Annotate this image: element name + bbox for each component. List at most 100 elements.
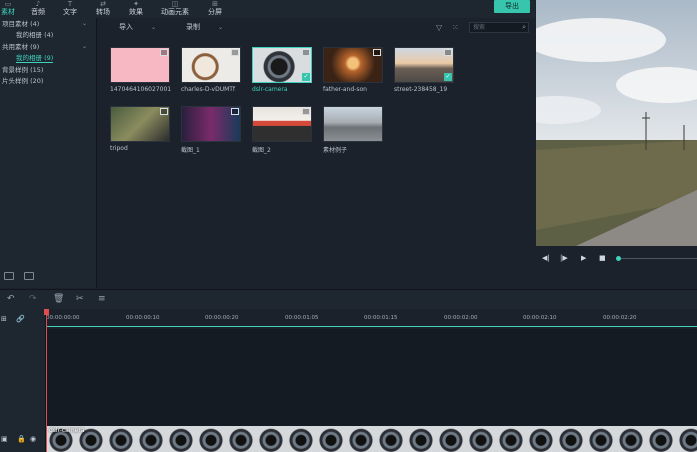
step-forward-icon[interactable]: |▶ [560, 254, 568, 262]
media-thumb-sample[interactable] [323, 106, 383, 142]
tree-item-shared-album[interactable]: 我的相册 (9) [16, 54, 54, 63]
video-track-icon: ▣ [1, 435, 8, 443]
playhead-handle[interactable] [44, 309, 49, 315]
tree-item-background-samples[interactable]: 背景样例 (15) [2, 66, 43, 74]
ruler-tick-label: 00:00:00:10 [126, 315, 160, 321]
tree-item-project-media[interactable]: 项目素材 (4) [2, 20, 39, 28]
eye-icon[interactable]: ◉ [30, 435, 36, 443]
media-type-icon [160, 108, 168, 115]
media-caption: charles-D-vDUMTf [181, 86, 236, 93]
music-icon: ♪ [35, 0, 41, 8]
adjust-icon[interactable]: ≡ [98, 294, 106, 304]
chevron-down-icon: ⌄ [218, 24, 224, 31]
clip-frame [616, 426, 646, 452]
media-type-icon [444, 49, 452, 56]
media-type-icon [231, 49, 239, 56]
media-folder-tree: 项目素材 (4) ⌄ 我的相册 (4) 共用素材 (9) ⌄ 我的相册 (9) … [0, 18, 97, 288]
delete-icon[interactable]: 🗑 [53, 294, 64, 304]
link-icon[interactable]: 🔗 [16, 315, 25, 323]
media-library: 导入 ⌄ 录制 ⌄ ▽ ⁙ 搜索 ⌕ 1470464106027001 charle… [98, 18, 534, 288]
media-thumb-screenshot-1[interactable] [181, 106, 241, 142]
text-icon: T [67, 0, 73, 8]
timeline-ruler[interactable]: 00:00:00:00 00:00:00:10 00:00:00:20 00:0… [46, 309, 697, 329]
grid-view-icon[interactable]: ⁙ [452, 23, 459, 32]
ruler-tick-label: 00:00:02:20 [603, 315, 637, 321]
filter-icon[interactable]: ▽ [436, 23, 442, 32]
undo-icon[interactable]: ↶ [7, 294, 15, 304]
lock-icon[interactable]: 🔒 [17, 435, 26, 443]
media-thumb-charles[interactable] [181, 47, 241, 83]
import-dropdown[interactable]: 导入 ⌄ [119, 22, 156, 32]
play-icon[interactable]: ▶ [581, 254, 586, 262]
top-tab-bar: ▭ 素材 ♪ 音频 T 文字 ⇄ 转场 ✦ 效果 ◫ 动画元素 ⊞ 分屏 导出 [0, 0, 535, 18]
playhead[interactable] [46, 309, 47, 452]
preview-frame-image [536, 0, 697, 246]
clip-name-label: dslr-camera [49, 427, 85, 434]
tab-elements[interactable]: ◫ 动画元素 [158, 0, 192, 18]
tab-transitions[interactable]: ⇄ 转场 [93, 0, 113, 18]
preview-viewer[interactable] [536, 0, 697, 246]
add-track-icon[interactable]: ⊞ [1, 315, 7, 323]
chevron-down-icon[interactable]: ⌄ [82, 20, 87, 27]
tab-effects[interactable]: ✦ 效果 [126, 0, 146, 18]
clip-frame [226, 426, 256, 452]
clip-frame [256, 426, 286, 452]
media-thumb-father-and-son[interactable] [323, 47, 383, 83]
clip-frame [136, 426, 166, 452]
tab-split-screen[interactable]: ⊞ 分屏 [205, 0, 225, 18]
ruler-tick-label: 00:00:02:00 [444, 315, 478, 321]
media-caption: dslr-camera [252, 86, 288, 93]
search-input[interactable]: 搜索 ⌕ [469, 22, 529, 33]
tree-item-project-album[interactable]: 我的相册 (4) [16, 31, 53, 39]
clip-frame [646, 426, 676, 452]
tree-item-intro-samples[interactable]: 片头样例 (20) [2, 77, 43, 85]
media-thumb-dslr-camera[interactable]: ✓ [252, 47, 312, 83]
preview-scrubber-handle[interactable] [616, 256, 621, 261]
clip-frame [106, 426, 136, 452]
ruler-tick-label: 00:00:01:05 [285, 315, 319, 321]
clip-frame [526, 426, 556, 452]
export-button[interactable]: 导出 [494, 0, 530, 13]
timeline-tracks[interactable] [46, 329, 697, 426]
tab-media[interactable]: ▭ 素材 [0, 0, 16, 18]
step-back-icon[interactable]: ◀| [542, 254, 550, 262]
tab-audio[interactable]: ♪ 音频 [28, 0, 48, 18]
record-dropdown[interactable]: 录制 ⌄ [186, 22, 223, 32]
media-thumb-tripod[interactable] [110, 106, 170, 142]
media-type-icon [373, 49, 381, 56]
media-type-icon [302, 108, 310, 115]
transition-icon: ⇄ [100, 0, 106, 8]
media-caption: 截图_1 [181, 147, 200, 154]
ruler-tick-label: 00:00:00:00 [46, 315, 80, 321]
new-folder-icon[interactable] [4, 272, 14, 280]
check-icon: ✓ [302, 73, 310, 81]
redo-icon[interactable]: ↷ [29, 294, 37, 304]
folder-add-icon[interactable] [24, 272, 34, 280]
media-caption: 1470464106027001 [110, 86, 172, 93]
chevron-down-icon[interactable]: ⌄ [82, 43, 87, 50]
preview-scrubber-track[interactable] [618, 258, 697, 259]
clip-frame [376, 426, 406, 452]
clip-frame [316, 426, 346, 452]
tab-text[interactable]: T 文字 [60, 0, 80, 18]
timeline-toolbar: ↶ ↷ 🗑 ✂ ≡ [0, 289, 697, 309]
media-thumb-1470464106027001[interactable] [110, 47, 170, 83]
search-icon[interactable]: ⌕ [522, 23, 526, 32]
media-thumb-street[interactable]: ✓ [394, 47, 454, 83]
playback-controls: ◀| |▶ ▶ ■ [536, 246, 697, 288]
media-caption: 截图_2 [252, 147, 271, 154]
tree-item-shared-media[interactable]: 共用素材 (9) [2, 43, 39, 51]
media-type-icon [231, 108, 239, 115]
media-caption: 素材例子 [323, 147, 348, 154]
media-caption: tripod [110, 145, 128, 152]
effects-icon: ✦ [133, 0, 139, 8]
folder-icon: ▭ [4, 0, 12, 8]
cut-icon[interactable]: ✂ [76, 294, 84, 304]
stop-icon[interactable]: ■ [599, 254, 606, 262]
media-thumb-screenshot-2[interactable] [252, 106, 312, 142]
video-clip[interactable]: dslr-camera [46, 426, 697, 452]
track-header-panel: ⊞ 🔗 ▣ 🔒 ◉ [0, 309, 46, 452]
clip-frame [496, 426, 526, 452]
ruler-tick-label: 00:00:02:10 [523, 315, 557, 321]
check-icon: ✓ [444, 73, 452, 81]
